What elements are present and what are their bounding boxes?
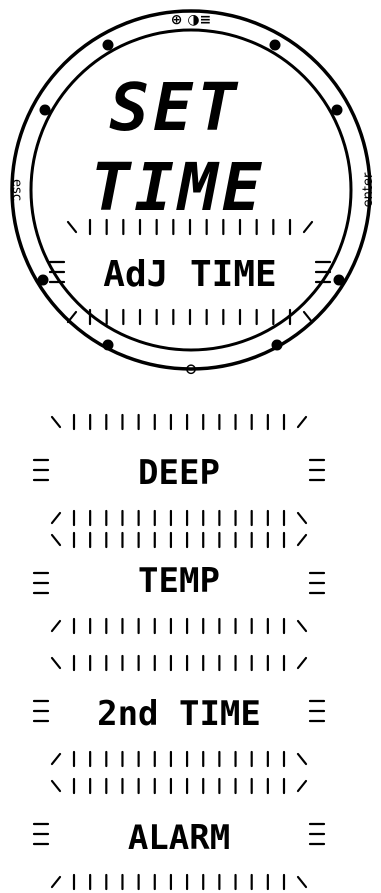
menu-item-list: DEEP TEMP 2nd TIME ALARM xyxy=(32,413,326,891)
frame-corner xyxy=(50,752,62,766)
frame-corner xyxy=(50,656,62,670)
menu-item-label: AdJ TIME xyxy=(103,254,276,295)
enter-button-label[interactable]: enter xyxy=(361,172,376,207)
bottom-button-label[interactable]: ⊖ xyxy=(185,360,198,378)
title-time: TIME xyxy=(91,149,266,226)
frame-corner xyxy=(296,511,308,525)
bezel-dot xyxy=(269,39,281,51)
frame-corner xyxy=(50,415,62,429)
top-button-label[interactable]: ⊕ ◑≡ xyxy=(171,12,212,28)
menu-item-2nd-time: 2nd TIME xyxy=(97,694,261,734)
title-set: SET xyxy=(109,69,240,146)
bezel-dot xyxy=(271,339,283,351)
frame-corner xyxy=(296,656,308,670)
menu-item-deep: DEEP xyxy=(138,453,220,493)
frame-corner xyxy=(296,533,308,547)
frame-corner xyxy=(296,415,308,429)
frame-corner xyxy=(296,752,308,766)
bezel-dot xyxy=(37,274,49,286)
frame-corner xyxy=(50,619,62,633)
menu-item-alarm: ALARM xyxy=(128,818,230,858)
frame-corner xyxy=(296,779,308,793)
bezel-dot xyxy=(102,339,114,351)
bezel-dot xyxy=(331,104,343,116)
esc-button-label[interactable]: esc xyxy=(9,179,24,201)
bezel-dot xyxy=(333,274,345,286)
bezel-dot xyxy=(39,104,51,116)
frame-corner xyxy=(296,875,308,889)
frame-corner xyxy=(50,875,62,889)
frame-corner xyxy=(50,779,62,793)
frame-corner xyxy=(50,511,62,525)
frame-corner xyxy=(50,533,62,547)
watch-face: ⊕ ◑≡ ⊖ esc enter SET TIME AdJ TIME xyxy=(9,9,376,378)
diagram: ⊕ ◑≡ ⊖ esc enter SET TIME AdJ TIME DEEP … xyxy=(9,9,376,891)
frame-corner xyxy=(296,619,308,633)
bezel-dot xyxy=(102,39,114,51)
menu-item-temp: TEMP xyxy=(138,561,220,601)
